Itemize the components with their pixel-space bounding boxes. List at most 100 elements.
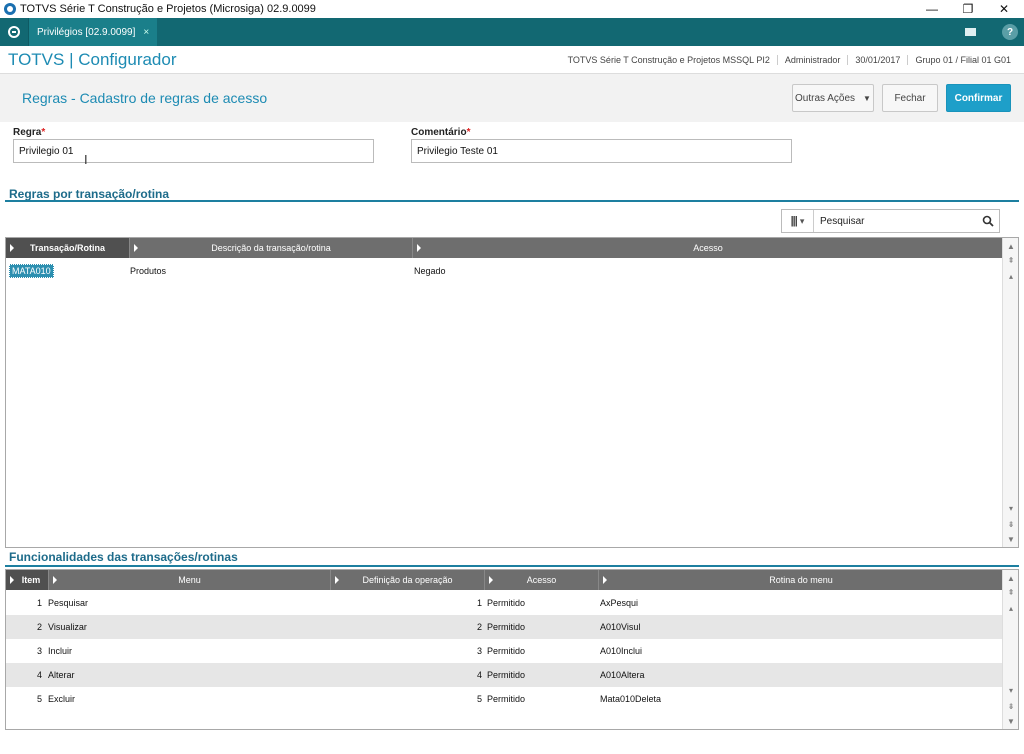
outras-acoes-label: Outras Ações (795, 92, 856, 104)
environment-info: TOTVS Série T Construção e Projetos MSSQ… (561, 55, 1018, 65)
col-label: Item (21, 575, 41, 585)
cell-rotina: AxPesqui (600, 598, 639, 608)
confirmar-button[interactable]: Confirmar (946, 84, 1011, 112)
selected-cell[interactable]: MATA010 (9, 264, 54, 278)
help-icon[interactable]: ? (1002, 24, 1018, 40)
cell-transacao: MATA010 (9, 259, 127, 283)
col-label: Menu (178, 575, 201, 585)
col-item[interactable]: Item (6, 570, 49, 590)
info-user: Administrador (776, 55, 848, 65)
mail-button[interactable] (956, 18, 984, 46)
table-row[interactable]: 5 Excluir 5 Permitido Mata010Deleta (6, 687, 1004, 711)
close-window-button[interactable]: ✕ (986, 0, 1022, 18)
table-row[interactable]: MATA010 Produtos Negado (6, 259, 1004, 283)
info-branch: Grupo 01 / Filial 01 G01 (907, 55, 1018, 65)
minimize-button[interactable]: — (914, 0, 950, 18)
cell-menu: Visualizar (48, 622, 87, 632)
sort-arrow-icon (417, 244, 421, 252)
tab-privilegios[interactable]: Privilégios [02.9.0099] × (28, 18, 158, 46)
cell-item: 1 (36, 598, 42, 608)
sort-arrow-icon (335, 576, 339, 584)
table-row[interactable]: 4 Alterar 4 Permitido A010Altera (6, 663, 1004, 687)
cell-descricao: Produtos (130, 266, 167, 276)
text-cursor-icon: I (84, 152, 88, 167)
table-row[interactable]: 3 Incluir 3 Permitido A010Inclui (6, 639, 1004, 663)
scroll-down-icon[interactable]: ▾ (1005, 684, 1017, 696)
scroll-page-up-icon[interactable]: ⇞ (1005, 586, 1017, 598)
info-date: 30/01/2017 (847, 55, 907, 65)
cell-acesso: Permitido (487, 694, 526, 704)
col-rotina[interactable]: Rotina do menu (599, 570, 1004, 590)
sort-arrow-icon (10, 576, 14, 584)
cell-rotina: A010Visul (600, 622, 641, 632)
table-row[interactable]: 2 Visualizar 2 Permitido A010Visul (6, 615, 1004, 639)
scroll-bottom-icon[interactable]: ▼ (1005, 533, 1017, 545)
cell-definicao: 5 (476, 694, 482, 704)
outras-acoes-button[interactable]: Outras Ações ▼ (792, 84, 874, 112)
sort-arrow-icon (489, 576, 493, 584)
scroll-down-icon[interactable]: ▾ (1005, 502, 1017, 514)
window-title: TOTVS Série T Construção e Projetos (Mic… (20, 3, 316, 15)
tab-label: Privilégios [02.9.0099] (37, 26, 136, 38)
func-grid-header: Item Menu Definição da operação Acesso R… (6, 570, 1004, 590)
func-scrollbar[interactable]: ▲ ⇞ ▴ ▾ ⇟ ▼ (1002, 570, 1018, 729)
search-input[interactable]: Pesquisar (814, 216, 977, 227)
tab-bar: Privilégios [02.9.0099] × ? (0, 18, 1024, 46)
cell-rotina: A010Inclui (600, 646, 643, 656)
scroll-up-icon[interactable]: ▴ (1005, 602, 1017, 614)
cell-definicao: 3 (476, 646, 482, 656)
page-header: Regras - Cadastro de regras de acesso Ou… (0, 74, 1024, 122)
columns-icon: ||| (790, 215, 798, 227)
col-transacao[interactable]: Transação/Rotina (6, 238, 130, 258)
col-label: Acesso (526, 575, 557, 585)
info-environment: TOTVS Série T Construção e Projetos MSSQ… (567, 55, 770, 65)
rules-scrollbar[interactable]: ▲ ⇞ ▴ ▾ ⇟ ▼ (1002, 238, 1018, 547)
home-button[interactable] (0, 18, 28, 46)
mail-icon (964, 28, 976, 36)
col-menu[interactable]: Menu (49, 570, 331, 590)
fechar-button[interactable]: Fechar (882, 84, 938, 112)
col-definicao[interactable]: Definição da operação (331, 570, 485, 590)
tab-close-icon[interactable]: × (143, 27, 149, 38)
col-label: Descrição da transação/rotina (211, 243, 331, 253)
scroll-top-icon[interactable]: ▲ (1005, 240, 1017, 252)
app-logo-icon (4, 3, 16, 15)
col-descricao[interactable]: Descrição da transação/rotina (130, 238, 413, 258)
rules-section-title: Regras por transação/rotina (9, 187, 170, 201)
col-label: Transação/Rotina (29, 243, 106, 253)
power-icon (8, 26, 20, 38)
cell-rotina: A010Altera (600, 670, 645, 680)
cell-definicao: 2 (476, 622, 482, 632)
col-acesso[interactable]: Acesso (413, 238, 1004, 258)
sort-arrow-icon (53, 576, 57, 584)
col-acesso[interactable]: Acesso (485, 570, 599, 590)
regra-input[interactable]: Privilegio 01 (13, 139, 374, 163)
table-row[interactable]: 1 Pesquisar 1 Permitido AxPesqui (6, 591, 1004, 615)
scroll-up-icon[interactable]: ▴ (1005, 270, 1017, 282)
scroll-top-icon[interactable]: ▲ (1005, 572, 1017, 584)
scroll-page-up-icon[interactable]: ⇞ (1005, 254, 1017, 266)
cell-item: 5 (36, 694, 42, 704)
scroll-page-down-icon[interactable]: ⇟ (1005, 700, 1017, 712)
search-icon[interactable] (977, 215, 999, 227)
search-box: ||| ▾ Pesquisar (781, 209, 1000, 233)
column-selector-button[interactable]: ||| ▾ (782, 210, 814, 232)
chevron-down-icon: ▾ (799, 215, 805, 226)
col-label: Definição da operação (362, 575, 453, 585)
restore-button[interactable]: ❐ (950, 0, 986, 18)
regra-label-text: Regra (13, 127, 42, 138)
func-grid: Item Menu Definição da operação Acesso R… (5, 569, 1019, 730)
cell-acesso: Negado (414, 266, 446, 276)
scroll-bottom-icon[interactable]: ▼ (1005, 715, 1017, 727)
cell-acesso: Permitido (487, 670, 526, 680)
cell-definicao: 1 (476, 598, 482, 608)
comentario-input[interactable]: Privilegio Teste 01 (411, 139, 792, 163)
comentario-label: Comentário* (411, 127, 470, 138)
cell-item: 4 (36, 670, 42, 680)
sort-arrow-icon (10, 244, 14, 252)
rules-grid-header: Transação/Rotina Descrição da transação/… (6, 238, 1004, 258)
cell-menu: Pesquisar (48, 598, 89, 608)
window-titlebar: TOTVS Série T Construção e Projetos (Mic… (0, 0, 1024, 18)
scroll-page-down-icon[interactable]: ⇟ (1005, 518, 1017, 530)
cell-item: 2 (36, 622, 42, 632)
